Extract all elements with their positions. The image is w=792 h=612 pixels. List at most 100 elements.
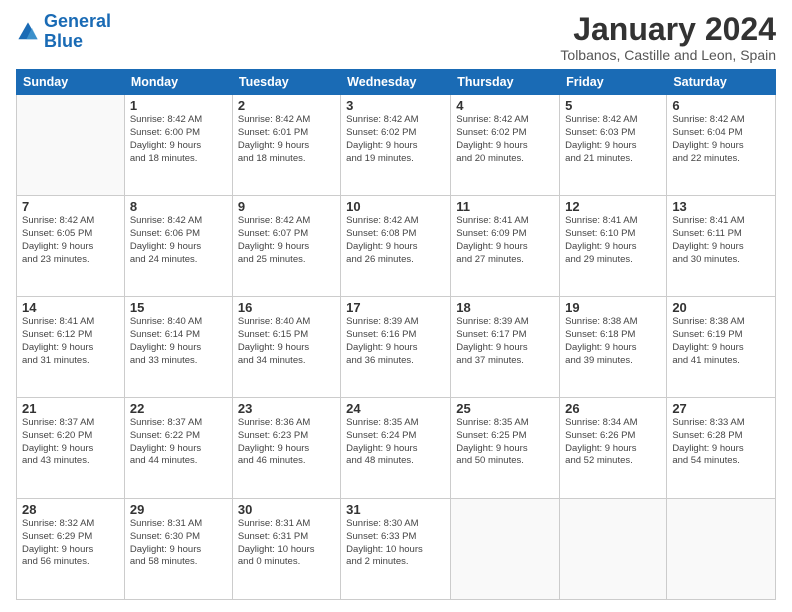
day-number: 14 [22,300,119,315]
weekday-header-thursday: Thursday [451,70,560,95]
day-info: Sunrise: 8:37 AM Sunset: 6:22 PM Dayligh… [130,417,227,468]
day-number: 10 [346,199,445,214]
calendar-page: General Blue January 2024 Tolbanos, Cast… [0,0,792,612]
day-info: Sunrise: 8:42 AM Sunset: 6:03 PM Dayligh… [565,114,661,165]
day-number: 3 [346,98,445,113]
week-row-2: 7Sunrise: 8:42 AM Sunset: 6:05 PM Daylig… [17,196,776,297]
calendar-cell: 21Sunrise: 8:37 AM Sunset: 6:20 PM Dayli… [17,398,125,499]
day-info: Sunrise: 8:42 AM Sunset: 6:02 PM Dayligh… [456,114,554,165]
day-info: Sunrise: 8:42 AM Sunset: 6:04 PM Dayligh… [672,114,770,165]
day-number: 16 [238,300,335,315]
weekday-header-row: SundayMondayTuesdayWednesdayThursdayFrid… [17,70,776,95]
calendar-cell: 7Sunrise: 8:42 AM Sunset: 6:05 PM Daylig… [17,196,125,297]
calendar-cell: 5Sunrise: 8:42 AM Sunset: 6:03 PM Daylig… [560,95,667,196]
day-number: 28 [22,502,119,517]
calendar-cell: 12Sunrise: 8:41 AM Sunset: 6:10 PM Dayli… [560,196,667,297]
day-info: Sunrise: 8:42 AM Sunset: 6:01 PM Dayligh… [238,114,335,165]
calendar-cell: 19Sunrise: 8:38 AM Sunset: 6:18 PM Dayli… [560,297,667,398]
day-number: 30 [238,502,335,517]
day-number: 26 [565,401,661,416]
calendar-cell [451,499,560,600]
calendar-cell: 28Sunrise: 8:32 AM Sunset: 6:29 PM Dayli… [17,499,125,600]
logo-line2: Blue [44,31,83,51]
week-row-3: 14Sunrise: 8:41 AM Sunset: 6:12 PM Dayli… [17,297,776,398]
calendar-cell: 2Sunrise: 8:42 AM Sunset: 6:01 PM Daylig… [232,95,340,196]
day-number: 19 [565,300,661,315]
day-info: Sunrise: 8:40 AM Sunset: 6:15 PM Dayligh… [238,316,335,367]
calendar-cell: 10Sunrise: 8:42 AM Sunset: 6:08 PM Dayli… [341,196,451,297]
weekday-header-monday: Monday [124,70,232,95]
day-info: Sunrise: 8:39 AM Sunset: 6:16 PM Dayligh… [346,316,445,367]
logo: General Blue [16,12,111,52]
day-info: Sunrise: 8:33 AM Sunset: 6:28 PM Dayligh… [672,417,770,468]
day-number: 31 [346,502,445,517]
calendar-cell: 27Sunrise: 8:33 AM Sunset: 6:28 PM Dayli… [667,398,776,499]
day-number: 12 [565,199,661,214]
calendar-cell: 24Sunrise: 8:35 AM Sunset: 6:24 PM Dayli… [341,398,451,499]
day-info: Sunrise: 8:42 AM Sunset: 6:00 PM Dayligh… [130,114,227,165]
day-info: Sunrise: 8:31 AM Sunset: 6:30 PM Dayligh… [130,518,227,569]
calendar-cell: 15Sunrise: 8:40 AM Sunset: 6:14 PM Dayli… [124,297,232,398]
logo-text: General Blue [44,12,111,52]
weekday-header-tuesday: Tuesday [232,70,340,95]
calendar-cell: 9Sunrise: 8:42 AM Sunset: 6:07 PM Daylig… [232,196,340,297]
weekday-header-sunday: Sunday [17,70,125,95]
day-number: 1 [130,98,227,113]
day-number: 27 [672,401,770,416]
calendar-cell: 4Sunrise: 8:42 AM Sunset: 6:02 PM Daylig… [451,95,560,196]
calendar-cell: 25Sunrise: 8:35 AM Sunset: 6:25 PM Dayli… [451,398,560,499]
day-number: 4 [456,98,554,113]
calendar-cell: 26Sunrise: 8:34 AM Sunset: 6:26 PM Dayli… [560,398,667,499]
logo-line1: General [44,11,111,31]
day-number: 8 [130,199,227,214]
day-info: Sunrise: 8:39 AM Sunset: 6:17 PM Dayligh… [456,316,554,367]
day-info: Sunrise: 8:41 AM Sunset: 6:10 PM Dayligh… [565,215,661,266]
day-number: 29 [130,502,227,517]
day-number: 20 [672,300,770,315]
calendar-cell: 11Sunrise: 8:41 AM Sunset: 6:09 PM Dayli… [451,196,560,297]
calendar-cell: 8Sunrise: 8:42 AM Sunset: 6:06 PM Daylig… [124,196,232,297]
day-info: Sunrise: 8:36 AM Sunset: 6:23 PM Dayligh… [238,417,335,468]
calendar-cell: 6Sunrise: 8:42 AM Sunset: 6:04 PM Daylig… [667,95,776,196]
calendar-cell [17,95,125,196]
header: General Blue January 2024 Tolbanos, Cast… [16,12,776,63]
day-number: 25 [456,401,554,416]
day-number: 6 [672,98,770,113]
calendar-cell [667,499,776,600]
day-info: Sunrise: 8:35 AM Sunset: 6:25 PM Dayligh… [456,417,554,468]
day-number: 7 [22,199,119,214]
week-row-4: 21Sunrise: 8:37 AM Sunset: 6:20 PM Dayli… [17,398,776,499]
calendar-cell: 20Sunrise: 8:38 AM Sunset: 6:19 PM Dayli… [667,297,776,398]
day-info: Sunrise: 8:34 AM Sunset: 6:26 PM Dayligh… [565,417,661,468]
weekday-header-saturday: Saturday [667,70,776,95]
day-number: 17 [346,300,445,315]
title-block: January 2024 Tolbanos, Castille and Leon… [560,12,776,63]
day-info: Sunrise: 8:42 AM Sunset: 6:08 PM Dayligh… [346,215,445,266]
day-info: Sunrise: 8:35 AM Sunset: 6:24 PM Dayligh… [346,417,445,468]
calendar-cell: 16Sunrise: 8:40 AM Sunset: 6:15 PM Dayli… [232,297,340,398]
day-number: 11 [456,199,554,214]
day-info: Sunrise: 8:42 AM Sunset: 6:05 PM Dayligh… [22,215,119,266]
calendar-cell: 31Sunrise: 8:30 AM Sunset: 6:33 PM Dayli… [341,499,451,600]
day-number: 18 [456,300,554,315]
calendar-cell: 30Sunrise: 8:31 AM Sunset: 6:31 PM Dayli… [232,499,340,600]
week-row-5: 28Sunrise: 8:32 AM Sunset: 6:29 PM Dayli… [17,499,776,600]
week-row-1: 1Sunrise: 8:42 AM Sunset: 6:00 PM Daylig… [17,95,776,196]
calendar-cell: 23Sunrise: 8:36 AM Sunset: 6:23 PM Dayli… [232,398,340,499]
weekday-header-wednesday: Wednesday [341,70,451,95]
day-info: Sunrise: 8:41 AM Sunset: 6:11 PM Dayligh… [672,215,770,266]
day-info: Sunrise: 8:38 AM Sunset: 6:19 PM Dayligh… [672,316,770,367]
day-info: Sunrise: 8:37 AM Sunset: 6:20 PM Dayligh… [22,417,119,468]
day-info: Sunrise: 8:42 AM Sunset: 6:07 PM Dayligh… [238,215,335,266]
calendar-table: SundayMondayTuesdayWednesdayThursdayFrid… [16,69,776,600]
month-title: January 2024 [560,12,776,47]
weekday-header-friday: Friday [560,70,667,95]
day-info: Sunrise: 8:40 AM Sunset: 6:14 PM Dayligh… [130,316,227,367]
day-number: 23 [238,401,335,416]
calendar-cell: 1Sunrise: 8:42 AM Sunset: 6:00 PM Daylig… [124,95,232,196]
day-number: 5 [565,98,661,113]
calendar-cell: 18Sunrise: 8:39 AM Sunset: 6:17 PM Dayli… [451,297,560,398]
day-info: Sunrise: 8:31 AM Sunset: 6:31 PM Dayligh… [238,518,335,569]
day-number: 13 [672,199,770,214]
day-info: Sunrise: 8:41 AM Sunset: 6:12 PM Dayligh… [22,316,119,367]
